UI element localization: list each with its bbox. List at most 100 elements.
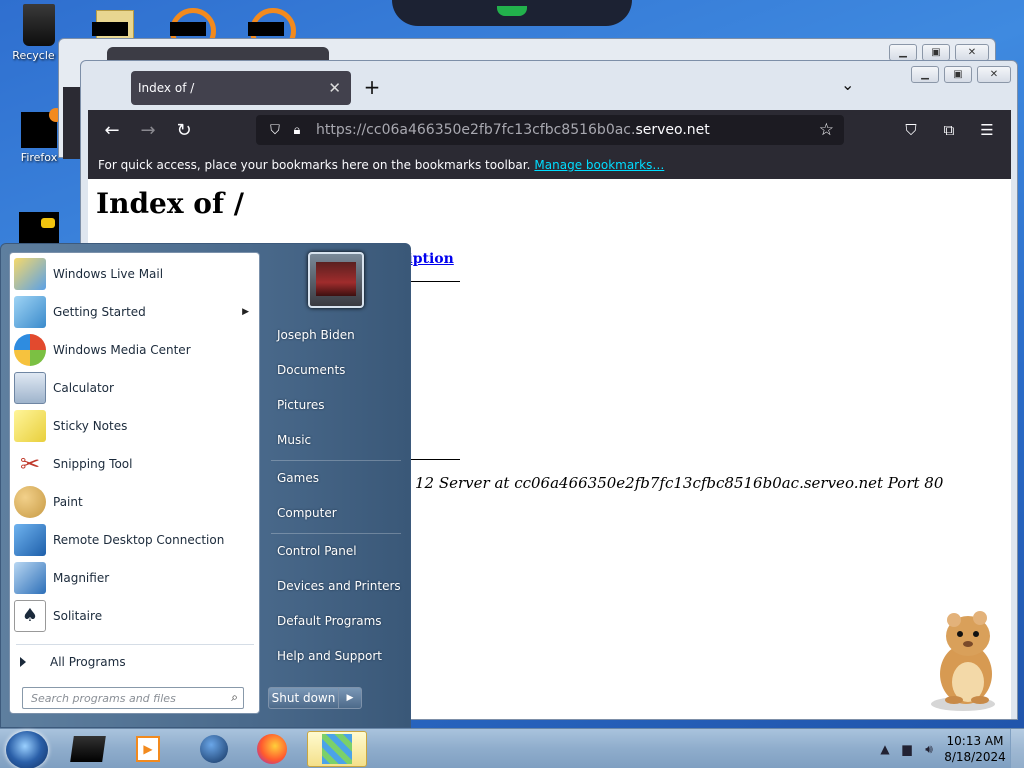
media-center-icon [14, 334, 46, 366]
page-heading: Index of / [96, 187, 244, 220]
start-documents[interactable]: Documents [267, 355, 407, 385]
cards-icon: ♠ [14, 600, 46, 632]
recycle-bin-icon [23, 4, 55, 46]
taskbar-active-app[interactable] [307, 731, 367, 767]
server-signature: 12 Server at cc06a466350e2fb7fc13cfbc851… [415, 474, 944, 492]
shutdown-options-arrow-icon[interactable]: ▶ [339, 688, 361, 708]
taskbar-app-3[interactable] [186, 731, 242, 767]
all-programs-button[interactable]: All Programs [20, 651, 126, 673]
divider [271, 460, 401, 461]
start-orb-button[interactable] [6, 731, 48, 768]
hamster-icon[interactable] [918, 604, 1008, 714]
bookmarks-hint: For quick access, place your bookmarks h… [98, 157, 531, 172]
taskbar: ▶ ▲ ▆ 🔊︎ 10:13 AM 8/18/2024 [0, 728, 1024, 768]
programs-pane: Windows Live Mail Getting Started ▶ Wind… [9, 252, 260, 714]
maximize-button[interactable]: ▣ [944, 66, 972, 83]
mail-icon [14, 258, 46, 290]
close-button[interactable]: ✕ [955, 44, 989, 61]
scissors-icon: ✂ [14, 448, 46, 480]
start-computer[interactable]: Computer [267, 498, 407, 528]
volume-icon[interactable]: 🔊︎ [918, 742, 940, 757]
new-tab-button[interactable]: + [362, 75, 382, 99]
divider [16, 644, 254, 645]
system-tray: ▲ ▆ 🔊︎ 10:13 AM 8/18/2024 [874, 729, 1024, 768]
close-tab-icon[interactable]: ✕ [328, 79, 341, 97]
shield-icon[interactable]: ⛉ [264, 123, 286, 138]
program-getting-started[interactable]: Getting Started ▶ [14, 293, 257, 331]
show-desktop-button[interactable] [1010, 729, 1024, 768]
program-remote-desktop[interactable]: Remote Desktop Connection [14, 521, 257, 559]
address-bar[interactable]: ⛉ 🔒︎ https://cc06a466350e2fb7fc13cfbc851… [256, 115, 844, 145]
green-dots-decoration [497, 6, 527, 16]
start-games[interactable]: Games [267, 463, 407, 493]
remote-desktop-icon [14, 524, 46, 556]
redacted-box-3 [248, 22, 284, 36]
lock-icon[interactable]: 🔒︎ [286, 123, 308, 138]
user-avatar[interactable] [308, 252, 364, 308]
start-control-panel[interactable]: Control Panel [267, 536, 407, 566]
extensions-puzzle-icon[interactable]: ⧉ [931, 115, 967, 145]
bookmark-star-icon[interactable]: ☆ [819, 120, 834, 140]
start-menu: Windows Live Mail Getting Started ▶ Wind… [0, 243, 411, 728]
reload-icon[interactable]: ↻ [166, 115, 202, 145]
navigation-toolbar: ← → ↻ ⛉ 🔒︎ https://cc06a466350e2fb7fc13c… [88, 110, 1011, 150]
url-domain: serveo.net [635, 122, 710, 138]
arrow-right-icon [20, 657, 26, 667]
maximize-button[interactable]: ▣ [922, 44, 950, 61]
start-help-support[interactable]: Help and Support [267, 641, 407, 671]
browser-tab[interactable]: Index of / ✕ [131, 71, 351, 105]
magnifier-icon [14, 562, 46, 594]
firefox-icon [257, 734, 287, 764]
desktop-icon-label: Firefox [20, 151, 58, 164]
url-prefix: https://cc06a466350e2fb7fc13cfbc8516b0ac… [316, 122, 636, 138]
calculator-icon [14, 372, 46, 404]
program-paint[interactable]: Paint [14, 483, 257, 521]
program-magnifier[interactable]: Magnifier [14, 559, 257, 597]
minimize-button[interactable]: ▁ [911, 66, 939, 83]
back-arrow-icon[interactable]: ← [94, 115, 130, 145]
firefox-icon [21, 108, 63, 148]
show-hidden-icons-icon[interactable]: ▲ [874, 742, 896, 756]
program-sticky-notes[interactable]: Sticky Notes [14, 407, 257, 445]
sticky-notes-icon [14, 410, 46, 442]
clock[interactable]: 10:13 AM 8/18/2024 [940, 733, 1010, 765]
program-windows-media-center[interactable]: Windows Media Center [14, 331, 257, 369]
program-solitaire[interactable]: ♠ Solitaire [14, 597, 257, 635]
list-all-tabs-chevron-icon[interactable]: ⌄ [841, 75, 854, 94]
redacted-box-2 [170, 22, 206, 36]
submenu-arrow-icon: ▶ [242, 307, 249, 317]
menu-hamburger-icon[interactable]: ☰ [969, 115, 1005, 145]
start-user-name[interactable]: Joseph Biden [267, 320, 407, 350]
app-box-icon [70, 736, 106, 762]
start-music[interactable]: Music [267, 425, 407, 455]
network-monitor-icon[interactable]: ▆ [896, 742, 918, 756]
shutdown-label[interactable]: Shut down [269, 688, 339, 708]
taskbar-app-1[interactable] [60, 731, 116, 767]
cube-icon [322, 734, 352, 764]
start-default-programs[interactable]: Default Programs [267, 606, 407, 636]
program-windows-live-mail[interactable]: Windows Live Mail [14, 255, 257, 293]
pocket-icon[interactable]: ⛉ [893, 115, 929, 145]
program-calculator[interactable]: Calculator [14, 369, 257, 407]
bookmarks-toolbar: For quick access, place your bookmarks h… [88, 150, 1011, 179]
close-button[interactable]: ✕ [977, 66, 1011, 83]
shutdown-button[interactable]: Shut down ▶ [268, 687, 362, 709]
media-player-icon: ▶ [136, 736, 160, 762]
taskbar-firefox[interactable] [244, 731, 300, 767]
start-pictures[interactable]: Pictures [267, 390, 407, 420]
redacted-box [92, 22, 128, 36]
search-input[interactable]: Search programs and files ⌕ [22, 687, 244, 709]
minimize-button[interactable]: ▁ [889, 44, 917, 61]
divider [271, 533, 401, 534]
forward-arrow-icon[interactable]: → [130, 115, 166, 145]
taskbar-media-player[interactable]: ▶ [120, 731, 176, 767]
start-devices-printers[interactable]: Devices and Printers [267, 571, 407, 601]
tab-title: Index of / [138, 81, 195, 95]
getting-started-icon [14, 296, 46, 328]
program-snipping-tool[interactable]: ✂ Snipping Tool [14, 445, 257, 483]
paint-palette-icon [14, 486, 46, 518]
window-left-strip [63, 87, 81, 159]
manage-bookmarks-link[interactable]: Manage bookmarks… [534, 158, 664, 172]
clock-date: 8/18/2024 [944, 750, 1006, 764]
search-icon[interactable]: ⌕ [231, 690, 238, 705]
